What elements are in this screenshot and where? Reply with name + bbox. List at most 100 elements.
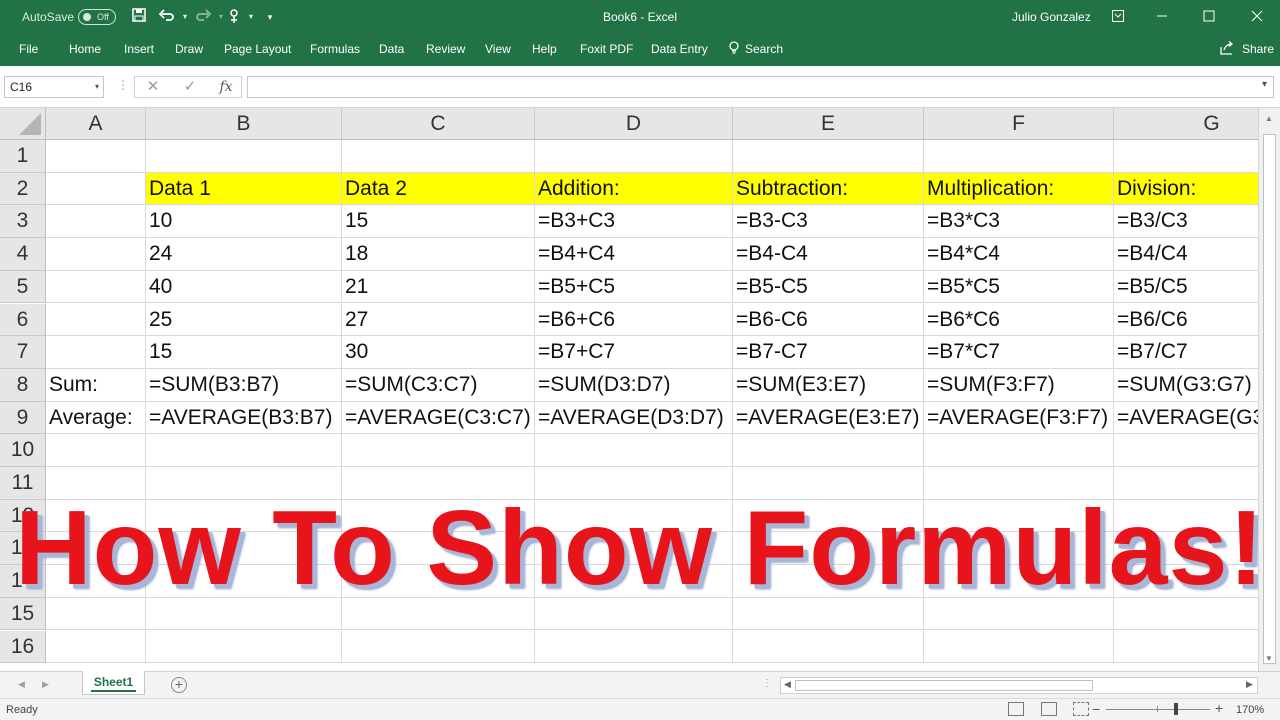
add-sheet-icon[interactable]: + xyxy=(171,677,187,693)
cell-a5[interactable] xyxy=(46,270,146,304)
cell-c8[interactable]: =SUM(C3:C7) xyxy=(342,368,535,402)
cell-e5[interactable]: =B5-C5 xyxy=(733,270,924,304)
cell-a4[interactable] xyxy=(46,238,146,271)
cell-c5[interactable]: 21 xyxy=(342,270,535,304)
search-label[interactable]: Search xyxy=(745,42,783,56)
cell-b2[interactable]: Data 1 xyxy=(146,172,342,206)
cell-d16[interactable] xyxy=(535,630,733,664)
cell-f5[interactable]: =B5*C5 xyxy=(924,270,1114,304)
column-header-c[interactable]: C xyxy=(342,108,535,140)
cell-a1[interactable] xyxy=(46,140,146,173)
cell-f9[interactable]: =AVERAGE(F3:F7) xyxy=(924,401,1114,435)
page-break-view-icon[interactable] xyxy=(1073,702,1089,716)
lightbulb-search-icon[interactable] xyxy=(728,41,740,55)
cell-c7[interactable]: 30 xyxy=(342,336,535,369)
cell-c9[interactable]: =AVERAGE(C3:C7) xyxy=(342,401,535,435)
cell-e8[interactable]: =SUM(E3:E7) xyxy=(733,368,924,402)
prev-sheet-icon[interactable]: ◀ xyxy=(18,679,25,690)
zoom-slider[interactable] xyxy=(1106,709,1210,710)
cell-e3[interactable]: =B3-C3 xyxy=(733,205,924,239)
zoom-level[interactable]: 170% xyxy=(1236,704,1264,716)
zoom-out-icon[interactable]: − xyxy=(1092,701,1100,717)
tab-formulas[interactable]: Formulas xyxy=(310,42,360,56)
cell-g16[interactable] xyxy=(1114,631,1280,664)
cell-g6[interactable]: =B6/C6 xyxy=(1114,304,1280,337)
cell-g9[interactable]: =AVERAGE(G3 xyxy=(1114,402,1280,435)
horizontal-scrollbar[interactable]: ◀ ▶ xyxy=(780,677,1258,694)
tab-review[interactable]: Review xyxy=(426,42,465,56)
cell-f1[interactable] xyxy=(924,140,1114,173)
cell-f8[interactable]: =SUM(F3:F7) xyxy=(924,368,1114,402)
cell-d5[interactable]: =B5+C5 xyxy=(535,270,733,304)
cell-e10[interactable] xyxy=(733,434,924,467)
column-header-a[interactable]: A xyxy=(46,108,146,140)
formula-input[interactable]: ▾ xyxy=(247,76,1274,98)
tab-foxit-pdf[interactable]: Foxit PDF xyxy=(580,42,633,56)
horizontal-scroll-thumb[interactable] xyxy=(795,680,1093,691)
column-header-g[interactable]: G xyxy=(1114,108,1280,140)
cell-d3[interactable]: =B3+C3 xyxy=(535,205,733,239)
cell-b3[interactable]: 10 xyxy=(146,205,342,239)
enter-icon[interactable]: ✓ xyxy=(176,76,204,98)
sheet-tab-sheet1[interactable]: Sheet1 xyxy=(82,671,145,695)
cell-e16[interactable] xyxy=(733,630,924,664)
cell-d10[interactable] xyxy=(535,434,733,467)
cell-e6[interactable]: =B6-C6 xyxy=(733,303,924,337)
cell-a8[interactable]: Sum: xyxy=(46,368,146,402)
minimize-icon[interactable] xyxy=(1151,6,1173,28)
row-header-6[interactable]: 6 xyxy=(0,303,46,337)
cell-b9[interactable]: =AVERAGE(B3:B7) xyxy=(146,401,342,435)
cell-b8[interactable]: =SUM(B3:B7) xyxy=(146,368,342,402)
cell-a3[interactable] xyxy=(46,205,146,239)
cell-f6[interactable]: =B6*C6 xyxy=(924,303,1114,337)
cell-a16[interactable] xyxy=(46,630,146,664)
cell-c3[interactable]: 15 xyxy=(342,205,535,239)
share-icon[interactable] xyxy=(1219,41,1235,55)
cell-f10[interactable] xyxy=(924,434,1114,467)
zoom-in-icon[interactable]: + xyxy=(1215,700,1223,716)
page-layout-view-icon[interactable] xyxy=(1041,702,1057,716)
cell-b7[interactable]: 15 xyxy=(146,336,342,369)
tab-insert[interactable]: Insert xyxy=(124,42,154,56)
row-header-1[interactable]: 1 xyxy=(0,140,46,173)
tab-home[interactable]: Home xyxy=(69,42,101,56)
tab-data[interactable]: Data xyxy=(379,42,404,56)
row-header-9[interactable]: 9 xyxy=(0,401,46,435)
cell-g1[interactable] xyxy=(1114,140,1280,173)
cell-c1[interactable] xyxy=(342,140,535,173)
cell-a9[interactable]: Average: xyxy=(46,401,146,435)
row-header-7[interactable]: 7 xyxy=(0,336,46,369)
cell-b16[interactable] xyxy=(146,630,342,664)
user-name[interactable]: Julio Gonzalez xyxy=(1012,10,1091,24)
tab-view[interactable]: View xyxy=(485,42,511,56)
cell-f3[interactable]: =B3*C3 xyxy=(924,205,1114,239)
cancel-icon[interactable]: ✕ xyxy=(139,76,167,98)
cell-b6[interactable]: 25 xyxy=(146,303,342,337)
cell-e4[interactable]: =B4-C4 xyxy=(733,238,924,271)
cell-g10[interactable] xyxy=(1114,434,1280,467)
column-header-b[interactable]: B xyxy=(146,108,342,140)
cell-f7[interactable]: =B7*C7 xyxy=(924,336,1114,369)
cell-e2[interactable]: Subtraction: xyxy=(733,172,924,206)
column-header-d[interactable]: D xyxy=(535,108,733,140)
row-header-4[interactable]: 4 xyxy=(0,238,46,271)
cell-g7[interactable]: =B7/C7 xyxy=(1114,336,1280,369)
share-label[interactable]: Share xyxy=(1242,42,1274,56)
cell-d2[interactable]: Addition: xyxy=(535,172,733,206)
column-header-f[interactable]: F xyxy=(924,108,1114,140)
row-header-3[interactable]: 3 xyxy=(0,205,46,239)
cell-c16[interactable] xyxy=(342,630,535,664)
scroll-right-icon[interactable]: ▶ xyxy=(1246,679,1253,690)
cell-f16[interactable] xyxy=(924,630,1114,664)
name-box[interactable]: C16 ▾ xyxy=(4,76,104,98)
cell-b4[interactable]: 24 xyxy=(146,238,342,271)
column-header-e[interactable]: E xyxy=(733,108,924,140)
ribbon-display-icon[interactable] xyxy=(1107,6,1129,28)
row-header-16[interactable]: 16 xyxy=(0,630,46,664)
cell-g5[interactable]: =B5/C5 xyxy=(1114,271,1280,304)
tab-page-layout[interactable]: Page Layout xyxy=(224,42,291,56)
tab-split-grip-icon[interactable]: ⋮ xyxy=(762,678,772,689)
row-header-8[interactable]: 8 xyxy=(0,368,46,402)
cell-d9[interactable]: =AVERAGE(D3:D7) xyxy=(535,401,733,435)
cell-g3[interactable]: =B3/C3 xyxy=(1114,205,1280,239)
